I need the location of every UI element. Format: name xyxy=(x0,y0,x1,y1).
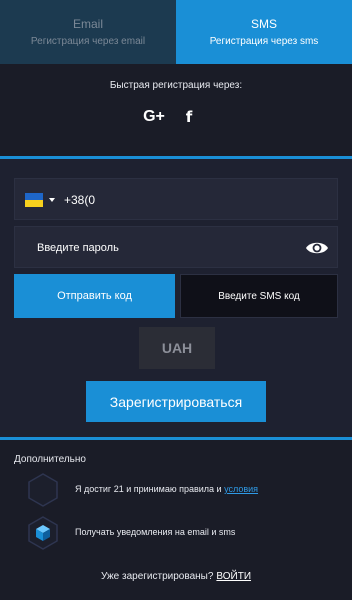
age-checkbox[interactable] xyxy=(27,473,59,507)
eye-icon[interactable] xyxy=(305,238,329,258)
password-input[interactable] xyxy=(37,239,297,257)
quick-register-panel: Быстрая регистрация через: G+ f xyxy=(0,64,352,156)
additional-title: Дополнительно xyxy=(14,454,86,465)
ukraine-flag-icon[interactable] xyxy=(25,193,43,207)
send-code-button[interactable]: Отправить код xyxy=(14,274,175,318)
notifications-label: Получать уведомления на email и sms xyxy=(75,527,236,537)
tab-sms[interactable]: SMS Регистрация через sms xyxy=(176,0,352,64)
age-agreement-label: Я достиг 21 и принимаю правила и xyxy=(75,484,222,494)
additional-panel: Дополнительно Я достиг 21 и принимаю пра… xyxy=(0,440,352,600)
sms-code-field[interactable] xyxy=(180,274,338,318)
currency-selector[interactable]: UAH xyxy=(139,327,215,369)
quick-register-title: Быстрая регистрация через: xyxy=(109,80,243,91)
notifications-checkbox[interactable] xyxy=(27,516,59,550)
phone-field[interactable] xyxy=(14,178,338,220)
footer: Уже зарегистрированы? ВОЙТИ xyxy=(0,571,352,582)
password-field[interactable] xyxy=(14,226,338,268)
chevron-down-icon[interactable] xyxy=(49,198,55,202)
terms-link[interactable]: условия xyxy=(224,484,258,494)
facebook-icon[interactable]: f xyxy=(181,106,197,128)
phone-input[interactable] xyxy=(64,191,324,209)
registration-tabs: Email Регистрация через email SMS Регист… xyxy=(0,0,352,64)
tab-sms-title: SMS xyxy=(250,16,277,31)
tab-email-subtitle: Регистрация через email xyxy=(30,35,146,47)
login-link[interactable]: ВОЙТИ xyxy=(216,571,251,582)
sms-code-input[interactable] xyxy=(181,275,337,317)
already-registered-text: Уже зарегистрированы? xyxy=(100,571,214,582)
register-button[interactable]: Зарегистрироваться xyxy=(86,381,266,422)
google-plus-icon[interactable]: G+ xyxy=(140,106,168,128)
tab-email-title: Email xyxy=(72,16,103,31)
tab-email[interactable]: Email Регистрация через email xyxy=(0,0,176,64)
age-agreement-text: Я достиг 21 и принимаю правила и условия xyxy=(75,484,258,494)
tab-sms-subtitle: Регистрация через sms xyxy=(209,35,319,47)
divider xyxy=(0,156,352,159)
